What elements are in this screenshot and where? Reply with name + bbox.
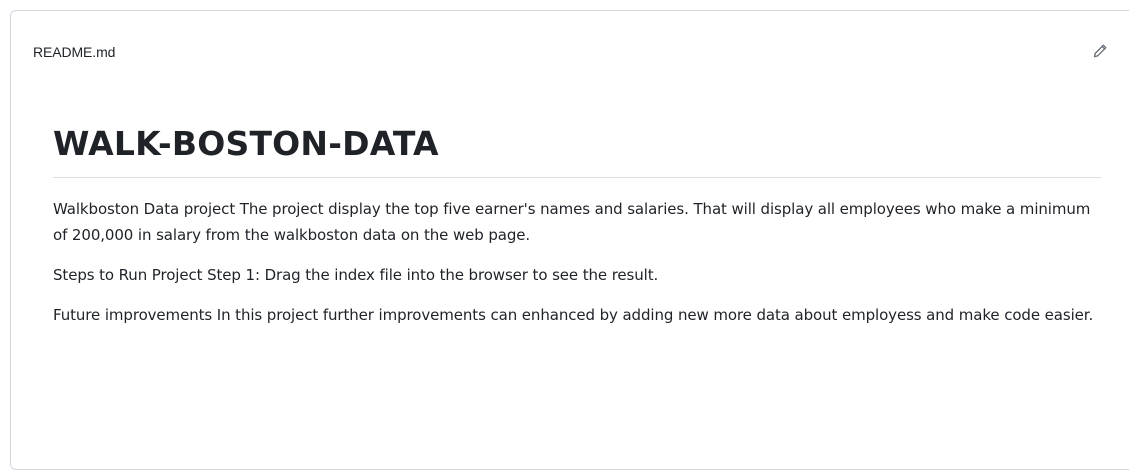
readme-content: WALK-BOSTON-DATA Walkboston Data project… xyxy=(53,119,1103,328)
steps-paragraph: Steps to Run Project Step 1: Drag the in… xyxy=(53,266,659,284)
readme-filename[interactable]: README.md xyxy=(33,42,115,62)
title-divider xyxy=(53,177,1101,178)
readme-panel: README.md WALK-BOSTON-DATA Walkboston Da… xyxy=(10,10,1129,470)
pencil-icon xyxy=(1093,44,1107,58)
readme-header: README.md xyxy=(11,11,1129,83)
edit-file-button[interactable] xyxy=(1087,38,1113,64)
readme-title: WALK-BOSTON-DATA xyxy=(53,124,439,163)
future-improvements-paragraph: Future improvements In this project furt… xyxy=(53,306,1094,324)
description-paragraph: Walkboston Data project The project disp… xyxy=(53,200,1091,244)
